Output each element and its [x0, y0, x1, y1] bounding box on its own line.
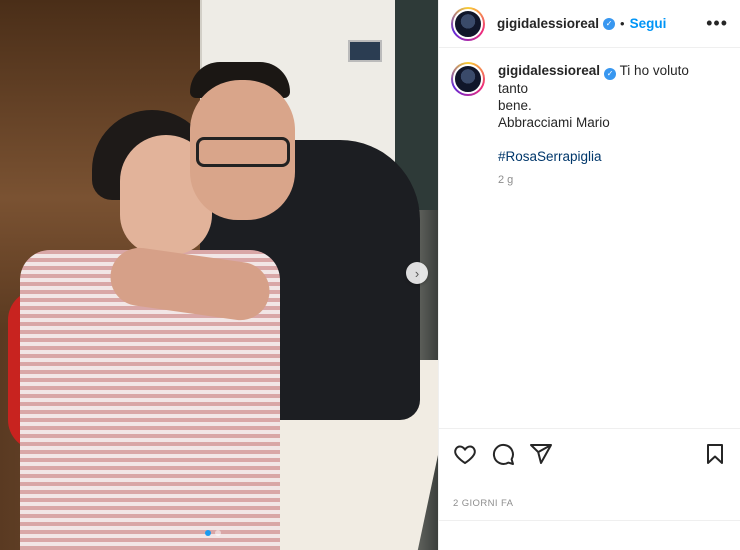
carousel-dot-active [205, 530, 211, 536]
more-options-icon[interactable]: ••• [706, 13, 728, 34]
separator: • [620, 16, 625, 31]
carousel-dots [205, 530, 221, 536]
follow-button[interactable]: Segui [630, 16, 667, 31]
caption-body: gigidalessioreal ✓ Ti ho voluto tanto ben… [498, 62, 718, 189]
caption-text-line-2: bene. [498, 97, 532, 113]
post-photo[interactable]: › [0, 0, 438, 550]
verified-icon: ✓ [604, 67, 617, 80]
caption-username[interactable]: gigidalessioreal [498, 63, 600, 78]
hashtag-link[interactable]: #RosaSerrapiglia [498, 148, 718, 165]
save-icon[interactable] [703, 442, 727, 466]
post-header: gigidalessioreal ✓ • Segui ••• [439, 0, 740, 48]
caption-text-line-3: Abbracciami Mario [498, 114, 610, 130]
comment-icon[interactable] [491, 442, 515, 466]
caption: gigidalessioreal ✓ Ti ho voluto tanto ben… [439, 48, 740, 189]
like-icon[interactable] [453, 442, 477, 466]
photo-fridge-display [348, 40, 382, 62]
chevron-right-icon: › [414, 265, 420, 281]
avatar-image [453, 8, 483, 39]
username-link[interactable]: gigidalessioreal [497, 16, 599, 31]
post-date: 2 GIORNI FA [453, 498, 514, 509]
action-bar [439, 428, 740, 478]
caption-age: 2 g [498, 173, 514, 186]
verified-icon: ✓ [603, 17, 616, 30]
carousel-dot [215, 530, 221, 536]
divider [439, 520, 740, 521]
caption-avatar[interactable] [451, 62, 485, 96]
photo-glasses [196, 137, 290, 167]
carousel-next-button[interactable]: › [406, 262, 428, 284]
avatar-image [453, 64, 483, 94]
post-side-panel: gigidalessioreal ✓ • Segui ••• gigidales… [438, 0, 740, 550]
avatar[interactable] [451, 6, 485, 41]
share-icon[interactable] [529, 442, 553, 466]
